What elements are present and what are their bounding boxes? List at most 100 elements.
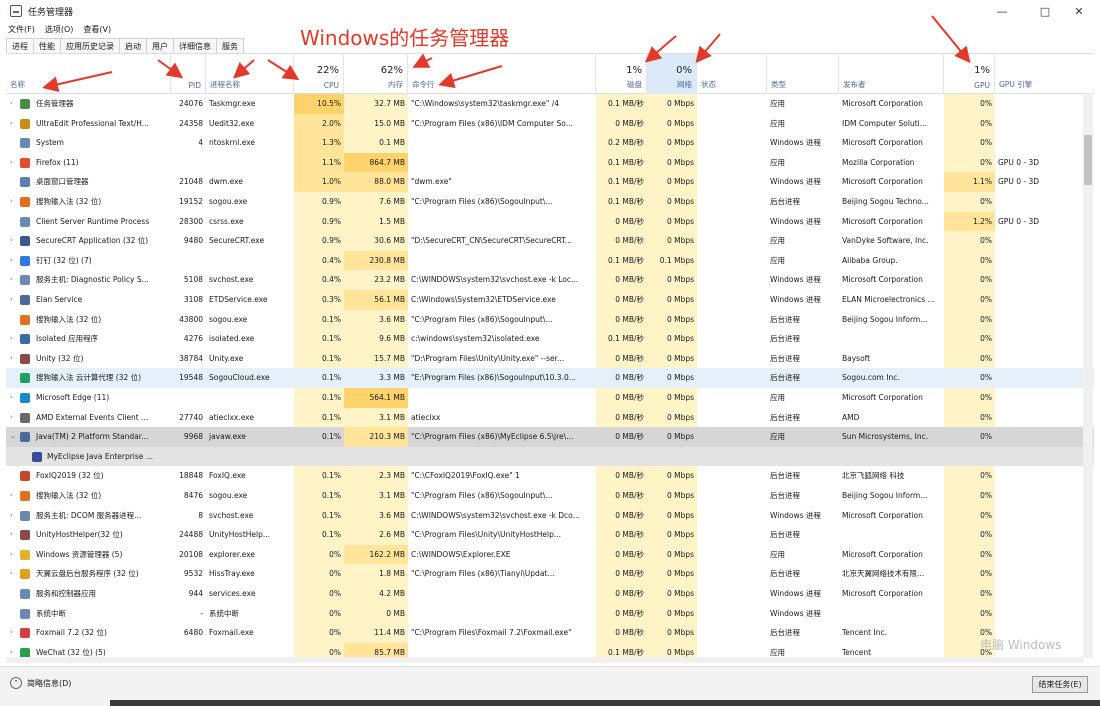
cell-mem: 30.6 MB bbox=[374, 236, 405, 246]
close-button[interactable]: ✕ bbox=[1062, 0, 1096, 22]
table-row[interactable]: FoxIQ2019 (32 位) 18848 FoxIQ.exe 0.1% 2.3 MB… bbox=[6, 466, 1094, 486]
cell-eng bbox=[995, 604, 1085, 624]
table-row[interactable]: 搜狗输入法 (32 位) 43800 sogou.exe 0.1% 3.6 MB "C:\… bbox=[6, 310, 1094, 330]
tab-performance[interactable]: 性能 bbox=[33, 38, 61, 53]
chevron-right-icon[interactable]: › bbox=[10, 349, 13, 369]
header-gpu-engine[interactable]: GPU 引擎 bbox=[995, 54, 1094, 94]
chevron-right-icon[interactable]: › bbox=[10, 545, 13, 565]
table-row[interactable]: › 任务管理器 24076 Taskmgr.exe 10.5% 32.7 MB "C:\Wi… bbox=[6, 94, 1094, 114]
table-row[interactable]: › Windows 资源管理器 (5) 20108 explorer.exe 0% 162… bbox=[6, 544, 1094, 565]
tab-startup[interactable]: 启动 bbox=[119, 38, 147, 53]
minimize-button[interactable]: — bbox=[985, 0, 1019, 22]
end-task-button[interactable]: 结束任务(E) bbox=[1032, 676, 1088, 693]
header-type[interactable]: 类型 bbox=[767, 54, 839, 94]
cell-net: 0 Mbps bbox=[666, 491, 694, 500]
table-row[interactable]: › Elan Service 3108 ETDService.exe 0.3% 56.1 … bbox=[6, 290, 1094, 310]
horizontal-scrollbar[interactable] bbox=[6, 657, 1083, 663]
chevron-right-icon[interactable]: › bbox=[10, 388, 13, 408]
cell-eng bbox=[995, 270, 1085, 290]
header-disk[interactable]: 1% 磁盘 bbox=[596, 54, 647, 94]
process-name: UltraEdit Professional Text/H... bbox=[36, 118, 149, 128]
header-command-line[interactable]: 命令行 bbox=[408, 54, 596, 94]
cell-proc bbox=[206, 388, 294, 408]
table-row[interactable]: › Microsoft Edge (11) 0.1% 564.1 MB 0 MB/秒 0 … bbox=[6, 388, 1094, 408]
table-row[interactable]: › 钉钉 (32 位) (7) 0.4% 230.8 MB 0.1 MB/秒 0.1 Mb… bbox=[6, 250, 1094, 271]
menu-view[interactable]: 查看(V) bbox=[83, 24, 111, 35]
scrollbar-thumb[interactable] bbox=[1084, 135, 1092, 185]
table-row[interactable]: › 搜狗输入法 (32 位) 19152 sogou.exe 0.9% 7.6 MB "C:… bbox=[6, 192, 1094, 212]
table-row[interactable]: › 服务主机: Diagnostic Policy S... 5108 svchost… bbox=[6, 270, 1094, 290]
tab-details[interactable]: 详细信息 bbox=[173, 38, 217, 53]
menu-options[interactable]: 选项(O) bbox=[45, 24, 74, 35]
table-row[interactable]: MyEclipse Java Enterprise ... bbox=[6, 446, 1094, 467]
cell-pid: 6480 bbox=[183, 628, 203, 638]
header-cpu[interactable]: 22% CPU bbox=[294, 54, 344, 94]
table-row[interactable]: Client Server Runtime Process 28300 csrss.… bbox=[6, 211, 1094, 232]
chevron-up-icon: ⌃ bbox=[10, 677, 22, 689]
table-row[interactable]: System 4 ntoskrnl.exe 1.3% 0.1 MB 0.2 MB/秒 0 M… bbox=[6, 133, 1094, 153]
cell-gpu: 0% bbox=[980, 510, 992, 520]
tab-services[interactable]: 服务 bbox=[216, 38, 244, 53]
header-network[interactable]: 0% 网络 bbox=[647, 54, 697, 94]
cell-eng bbox=[995, 545, 1085, 565]
header-memory[interactable]: 62% 内存 bbox=[344, 54, 408, 94]
table-row[interactable]: › SecureCRT Application (32 位) 9480 SecureC… bbox=[6, 231, 1094, 251]
cell-cpu: 1.1% bbox=[294, 152, 344, 173]
cell-mem: 15.0 MB bbox=[374, 118, 405, 128]
table-row[interactable]: › UnityHostHelper(32 位) 24488 UnityHostHelp… bbox=[6, 525, 1094, 545]
chevron-right-icon[interactable]: › bbox=[10, 251, 13, 271]
maximize-button[interactable]: □ bbox=[1028, 0, 1062, 22]
cell-type: 后台进程 bbox=[770, 569, 800, 579]
cell-type: 后台进程 bbox=[770, 471, 800, 481]
cell-cmd: "E:\Program Files (x86)\SogouInput\10.3.… bbox=[411, 373, 576, 383]
chevron-right-icon[interactable]: › bbox=[10, 231, 13, 251]
chevron-right-icon[interactable]: › bbox=[10, 564, 13, 584]
process-name: Windows 资源管理器 (5) bbox=[36, 549, 123, 559]
header-gpu[interactable]: 1% GPU bbox=[944, 54, 995, 94]
table-row[interactable]: › Firefox (11) 1.1% 864.7 MB 0.1 MB/秒 0 Mbps 应… bbox=[6, 152, 1094, 173]
chevron-right-icon[interactable]: › bbox=[10, 329, 13, 349]
tab-users[interactable]: 用户 bbox=[146, 38, 174, 53]
cell-pub: Sogou.com Inc. bbox=[842, 373, 900, 383]
chevron-right-icon[interactable]: › bbox=[10, 94, 13, 114]
chevron-down-icon[interactable]: ⌄ bbox=[10, 427, 16, 447]
table-row[interactable]: ⌄ Java(TM) 2 Platform Standar... 9968 javaw… bbox=[6, 427, 1094, 447]
cell-pub: 北京天翼网络技术有限... bbox=[842, 569, 925, 579]
table-row[interactable]: › Unity (32 位) 38784 Unity.exe 0.1% 15.7 MB "D… bbox=[6, 349, 1094, 369]
menu-file[interactable]: 文件(F) bbox=[8, 24, 35, 35]
chevron-right-icon[interactable]: › bbox=[10, 525, 13, 545]
header-publisher[interactable]: 发布者 bbox=[839, 54, 944, 94]
header-name[interactable]: 名称 bbox=[6, 54, 171, 94]
chevron-right-icon[interactable]: › bbox=[10, 270, 13, 290]
table-row[interactable]: › 天翼云盘后台服务程序 (32 位) 9532 HissTray.exe 0% 1.8 … bbox=[6, 564, 1094, 584]
process-name: Isolated 应用程序 bbox=[36, 334, 99, 344]
table-row[interactable]: › 搜狗输入法 (32 位) 8476 sogou.exe 0.1% 3.1 MB "C:\… bbox=[6, 486, 1094, 506]
table-row[interactable]: › 服务主机: DCOM 服务器进程... 8 svchost.exe 0.1% 3.6 … bbox=[6, 506, 1094, 526]
table-row[interactable]: 桌面窗口管理器 21048 dwm.exe 1.0% 88.0 MB "dwm.exe" 0… bbox=[6, 172, 1094, 192]
less-details-button[interactable]: ⌃ 简略信息(D) bbox=[10, 677, 71, 689]
tab-app-history[interactable]: 应用历史记录 bbox=[60, 38, 120, 53]
process-icon bbox=[20, 432, 30, 443]
table-row[interactable]: 搜狗输入法 云计算代理 (32 位) 19548 SogouCloud.exe 0.1… bbox=[6, 368, 1094, 388]
tab-processes[interactable]: 进程 bbox=[6, 38, 34, 53]
chevron-right-icon[interactable]: › bbox=[10, 408, 13, 428]
chevron-right-icon[interactable]: › bbox=[10, 290, 13, 310]
chevron-right-icon[interactable]: › bbox=[10, 486, 13, 506]
table-row[interactable]: › Isolated 应用程序 4276 isolated.exe 0.1% 9.6 MB… bbox=[6, 329, 1094, 349]
table-row[interactable]: 系统中断 - 系统中断 0% 0 MB 0 MB/秒 0 Mbps Windows 进程 0% bbox=[6, 604, 1094, 624]
cell-type: 后台进程 bbox=[770, 314, 800, 324]
chevron-right-icon[interactable]: › bbox=[10, 506, 13, 526]
chevron-right-icon[interactable]: › bbox=[10, 114, 13, 134]
table-row[interactable]: › Foxmail 7.2 (32 位) 6480 Foxmail.exe 0% 11.4… bbox=[6, 623, 1094, 643]
header-process-name[interactable]: 进程名称 bbox=[206, 54, 294, 94]
table-row[interactable]: 服务和控制器应用 944 services.exe 0% 4.2 MB 0 MB/秒 0 M… bbox=[6, 584, 1094, 604]
chevron-right-icon[interactable]: › bbox=[10, 623, 13, 643]
table-row[interactable]: › UltraEdit Professional Text/H... 24358 Ue… bbox=[6, 113, 1094, 134]
chevron-right-icon[interactable]: › bbox=[10, 192, 13, 212]
header-pid[interactable]: PID bbox=[171, 54, 206, 94]
vertical-scrollbar[interactable] bbox=[1083, 95, 1093, 658]
header-status[interactable]: 状态 bbox=[697, 54, 767, 94]
cell-gpu: 0% bbox=[980, 197, 992, 206]
table-row[interactable]: › AMD External Events Client ... 27740 atie… bbox=[6, 408, 1094, 428]
chevron-right-icon[interactable]: › bbox=[10, 153, 13, 173]
